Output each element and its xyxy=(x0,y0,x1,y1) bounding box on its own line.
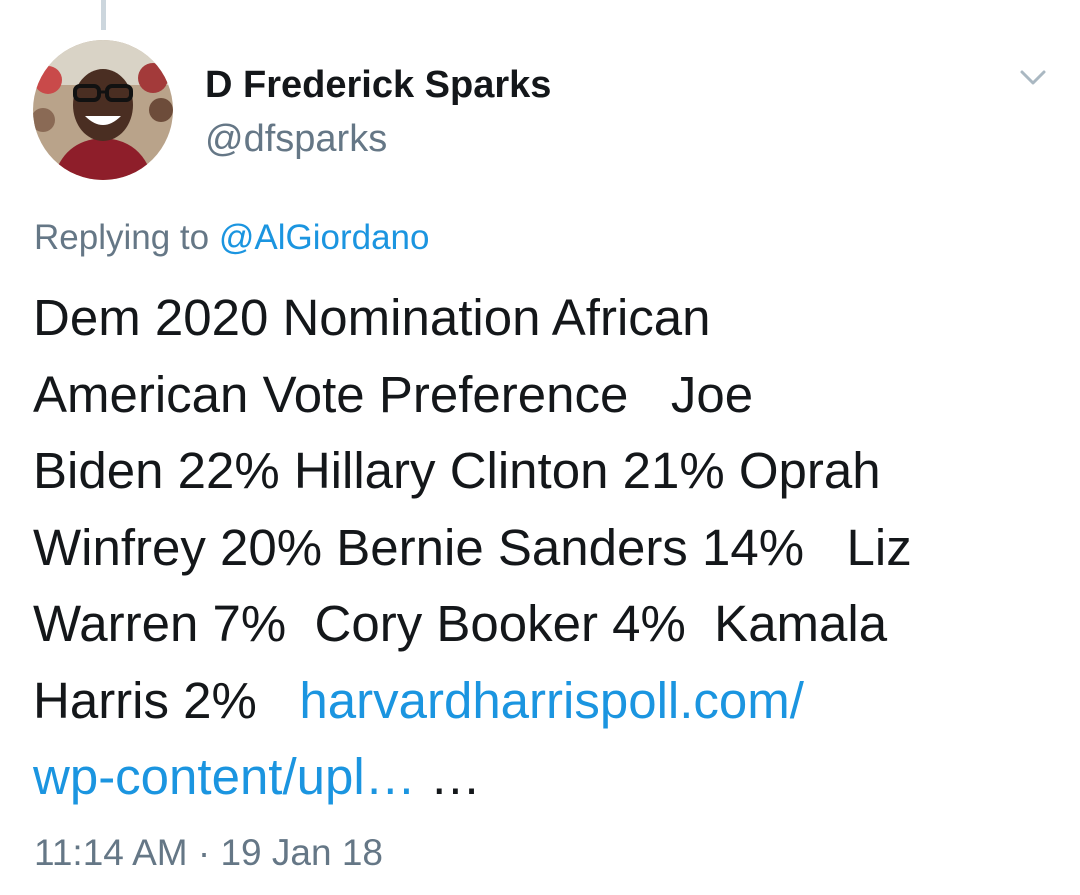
replying-to: Replying to @AlGiordano xyxy=(34,218,429,258)
tweet-timestamp[interactable]: 11:14 AM · 19 Jan 18 xyxy=(34,832,383,874)
mention-link[interactable]: @AlGiordano xyxy=(219,218,430,257)
tweet-text-segment: Harris 2% xyxy=(33,671,300,729)
author-handle[interactable]: @dfsparks xyxy=(205,118,387,161)
tweet-text-line: Biden 22% Hillary Clinton 21% Oprah xyxy=(33,442,881,499)
tweet-link-continued[interactable]: wp-content/upl… xyxy=(33,748,416,805)
chevron-down-icon[interactable] xyxy=(1016,64,1050,92)
tweet-date: 19 Jan 18 xyxy=(220,832,384,873)
timestamp-separator: · xyxy=(187,832,221,873)
author-display-name[interactable]: D Frederick Sparks xyxy=(205,64,551,107)
tweet-text-line-with-link: Harris 2% harvardharrispoll.com/ xyxy=(33,663,1053,740)
avatar[interactable] xyxy=(33,40,173,180)
tweet-text: Dem 2020 Nomination African American Vot… xyxy=(33,280,1053,816)
tweet-link[interactable]: harvardharrispoll.com/ xyxy=(299,672,804,729)
tweet-time: 11:14 AM xyxy=(34,832,188,873)
tweet-text-line: American Vote Preference Joe xyxy=(33,365,754,423)
tweet-text-line: Dem 2020 Nomination African xyxy=(33,289,711,346)
avatar-image xyxy=(33,40,173,180)
tweet-text-line: Warren 7% Cory Booker 4% Kamala xyxy=(33,595,888,652)
tweet-text-ellipsis: … xyxy=(415,748,481,805)
tweet-text-line: Winfrey 20% Bernie Sanders 14% Liz xyxy=(33,518,912,576)
replying-to-label: Replying to xyxy=(34,218,219,257)
thread-connector-line xyxy=(101,0,106,30)
tweet-link-continuation: wp-content/upl… … xyxy=(33,739,1053,816)
